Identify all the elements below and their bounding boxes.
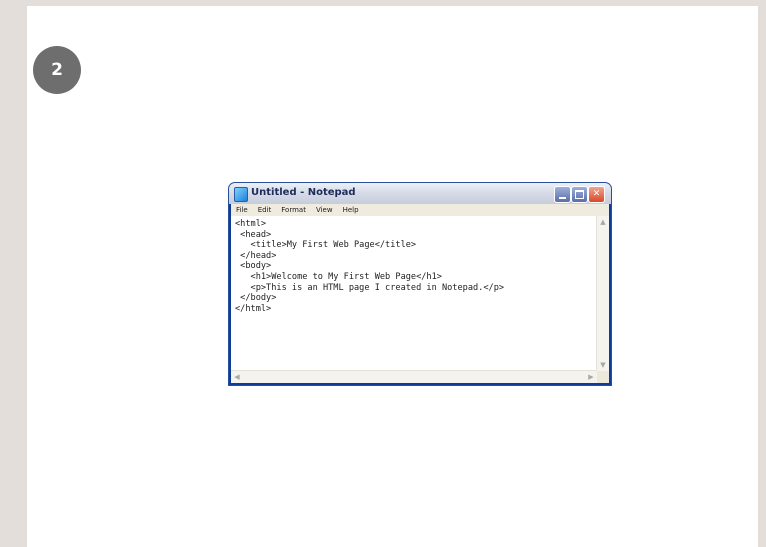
close-icon: ✕	[592, 189, 601, 199]
minimize-icon	[559, 196, 566, 199]
document-text[interactable]: <html> <head> <title>My First Web Page</…	[235, 219, 591, 371]
scroll-up-arrow-icon[interactable]: ▲	[598, 217, 608, 227]
scroll-right-arrow-icon[interactable]: ▶	[586, 372, 596, 382]
notepad-titlebar[interactable]: Untitled - Notepad ✕	[229, 183, 611, 204]
menu-edit[interactable]: Edit	[253, 206, 277, 214]
scroll-left-arrow-icon[interactable]: ◀	[232, 372, 242, 382]
minimize-button[interactable]	[554, 186, 571, 203]
vertical-scrollbar[interactable]: ▲ ▼	[596, 216, 609, 371]
menu-view[interactable]: View	[311, 206, 338, 214]
content-card: 2 Untitled - Notepad ✕ File Edit Format …	[27, 6, 758, 547]
maximize-icon	[575, 190, 584, 199]
resize-grip-icon[interactable]	[597, 371, 609, 383]
step-number-badge: 2	[33, 46, 81, 94]
maximize-button[interactable]	[571, 186, 588, 203]
notepad-window[interactable]: Untitled - Notepad ✕ File Edit Format Vi…	[229, 183, 611, 385]
close-button[interactable]: ✕	[588, 186, 605, 203]
horizontal-scrollbar[interactable]: ◀ ▶	[231, 370, 597, 383]
menu-help[interactable]: Help	[338, 206, 364, 214]
menu-format[interactable]: Format	[276, 206, 311, 214]
menu-file[interactable]: File	[231, 206, 253, 214]
window-title: Untitled - Notepad	[251, 187, 356, 198]
notepad-app-icon	[234, 187, 248, 202]
scroll-down-arrow-icon[interactable]: ▼	[598, 360, 608, 370]
menu-bar: File Edit Format View Help	[231, 204, 609, 216]
editor-area[interactable]: <html> <head> <title>My First Web Page</…	[231, 216, 609, 383]
